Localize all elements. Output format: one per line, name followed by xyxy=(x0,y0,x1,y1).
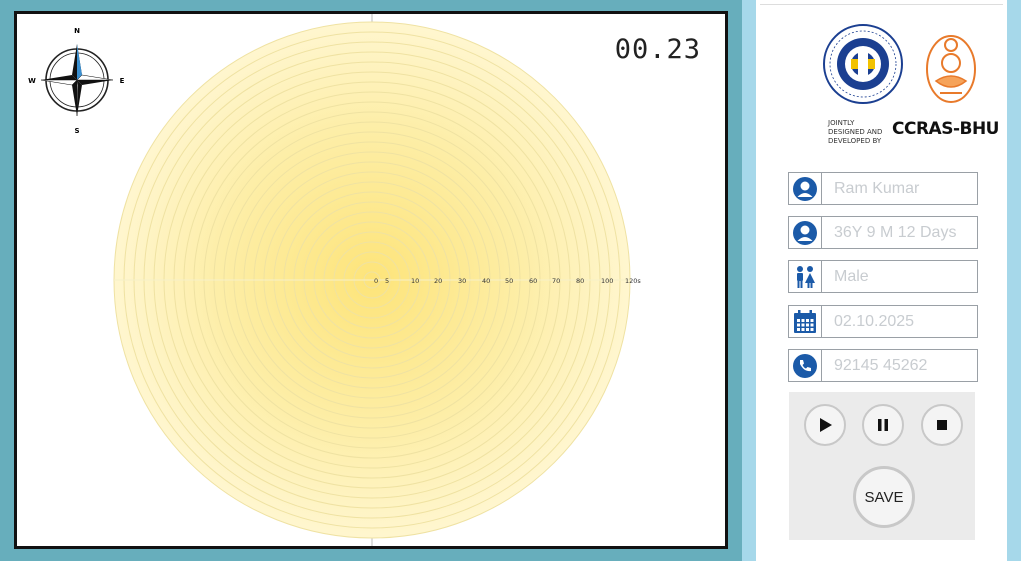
scale-label: 70 xyxy=(552,277,560,285)
scale-label-group: 0 5 10 20 30 40 50 60 70 80 100 120s xyxy=(374,277,641,285)
stop-icon xyxy=(937,420,947,430)
phone-field xyxy=(788,349,978,382)
play-button[interactable] xyxy=(804,404,846,446)
phone-icon xyxy=(789,350,822,381)
stop-button[interactable] xyxy=(921,404,963,446)
name-input[interactable] xyxy=(822,173,974,204)
scale-label: 50 xyxy=(505,277,513,285)
credit-line: JOINTLY DESIGNED AND DEVELOPED BY xyxy=(828,119,883,145)
side-panel: JOINTLY DESIGNED AND DEVELOPED BY CCRAS-… xyxy=(756,0,1007,561)
user-icon xyxy=(789,217,822,248)
timer-display: 00.23 xyxy=(614,34,701,65)
compass-east-label: E xyxy=(120,77,125,85)
scale-label: 60 xyxy=(529,277,537,285)
bhu-logo-icon xyxy=(926,35,976,103)
pause-button[interactable] xyxy=(862,404,904,446)
gender-field xyxy=(788,260,978,293)
gender-input[interactable] xyxy=(822,261,974,292)
scale-label: 40 xyxy=(482,277,490,285)
scale-label: 5 xyxy=(385,277,389,285)
save-button[interactable]: SAVE xyxy=(853,466,915,528)
phone-input[interactable] xyxy=(822,350,974,381)
date-field xyxy=(788,305,978,338)
pause-icon xyxy=(878,419,888,431)
scale-label: 20 xyxy=(434,277,442,285)
calendar-icon xyxy=(789,306,822,337)
brand-name: CCRAS-BHU xyxy=(892,119,1000,139)
scale-label: 30 xyxy=(458,277,466,285)
compass-west-label: W xyxy=(28,77,36,85)
scale-label: 80 xyxy=(576,277,584,285)
divider-strip xyxy=(742,0,756,561)
date-input[interactable] xyxy=(822,306,974,337)
test-canvas: 0 5 10 20 30 40 50 60 70 80 100 120s N S E W 00.23 xyxy=(14,11,728,549)
name-field xyxy=(788,172,978,205)
logo-panel: JOINTLY DESIGNED AND DEVELOPED BY CCRAS-… xyxy=(760,4,1003,147)
gender-icon xyxy=(789,261,822,292)
compass-icon: N S E W xyxy=(28,27,125,135)
age-field xyxy=(788,216,978,249)
right-edge-strip xyxy=(1007,0,1021,561)
play-icon xyxy=(820,418,832,432)
compass-north-label: N xyxy=(74,27,80,35)
recording-controls: SAVE xyxy=(789,392,975,540)
ccras-logo-icon xyxy=(823,24,903,104)
scale-label: 100 xyxy=(601,277,613,285)
scale-label: 10 xyxy=(411,277,419,285)
user-icon xyxy=(789,173,822,204)
scale-label: 120s xyxy=(625,277,641,285)
age-input[interactable] xyxy=(822,217,974,248)
compass-south-label: S xyxy=(74,127,79,135)
scale-label: 0 xyxy=(374,277,378,285)
